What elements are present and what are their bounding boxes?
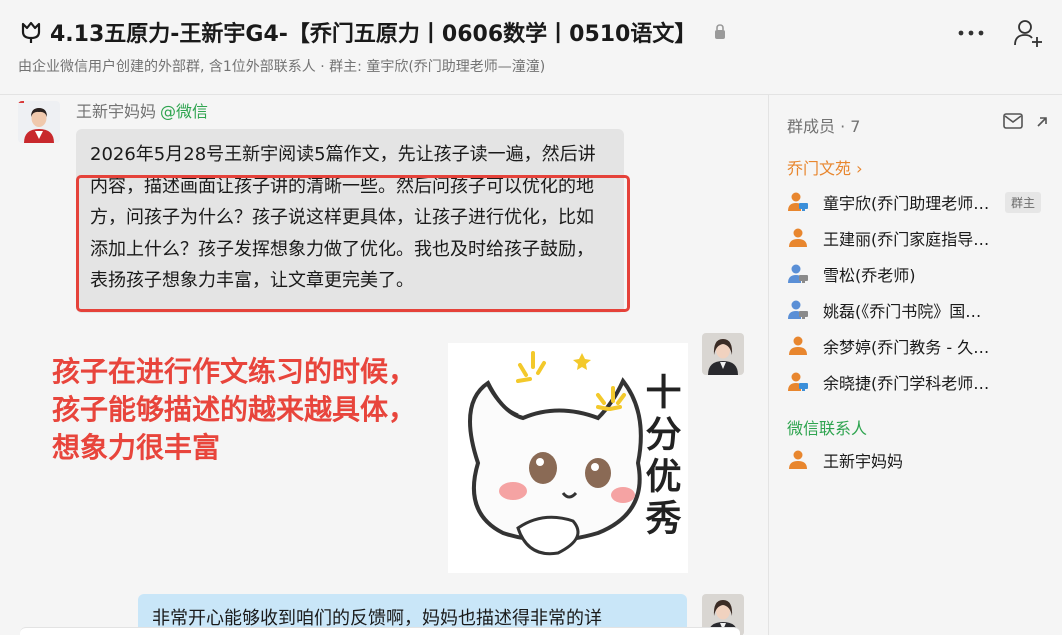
chat-header: 4.13五原力-王新宇G4-【乔门五原力丨0606数学丨0510语文】 由企业微… (0, 0, 1062, 95)
members-sidebar: 群成员 · 7 乔门文苑 › 童宇欣(乔门助理老师—潼潼) 群主 王建丽(乔门家… (768, 95, 1062, 635)
tulip-group-icon (21, 21, 41, 43)
sticker-caption: 十分优秀 (640, 373, 683, 541)
avatar-photo-icon (702, 333, 744, 375)
wechat-source-tag: @微信 (160, 102, 209, 121)
avatar-photo-icon (18, 101, 60, 143)
section-qimen-wenyuan[interactable]: 乔门文苑 › (787, 155, 863, 179)
person-computer-icon (788, 372, 808, 391)
member-name: 余梦婷(乔门教务 - 久久老师) (823, 338, 991, 357)
cat-sticker-image[interactable]: 十分优秀 (448, 343, 688, 573)
add-member-button[interactable] (1012, 18, 1046, 48)
red-annotation-text: 孩子在进行作文练习的时候， 孩子能够描述的越来越具体， 想象力很丰富 (52, 355, 417, 464)
member-name: 王新宇妈妈 (823, 452, 904, 471)
member-name: 姚磊(《乔门书院》国家队... (823, 302, 991, 321)
member-name: 王建丽(乔门家庭指导师—丽丽) (823, 230, 991, 249)
member-item[interactable]: 余晓捷(乔门学科老师——晓捷) (787, 369, 1049, 395)
self-avatar[interactable] (702, 333, 744, 375)
person-icon (789, 336, 807, 355)
section-wechat-contacts: 微信联系人 (787, 419, 868, 438)
member-name: 雪松(乔老师) (823, 266, 916, 285)
highlight-annotation-box (76, 175, 630, 312)
person-icon (789, 450, 807, 469)
member-item[interactable]: 姚磊(《乔门书院》国家队... (787, 297, 1049, 323)
message-input[interactable] (20, 627, 740, 635)
person-computer-icon (788, 192, 808, 211)
member-name: 童宇欣(乔门助理老师—潼潼) (823, 194, 991, 213)
owner-badge: 群主 (1005, 191, 1042, 213)
member-item[interactable]: 雪松(乔老师) (787, 261, 1049, 287)
lock-icon (715, 24, 726, 39)
member-item[interactable]: 王新宇妈妈 (787, 447, 1049, 473)
member-item[interactable]: 余梦婷(乔门教务 - 久久老师) (787, 333, 1049, 359)
person-computer-icon (788, 264, 808, 283)
expand-arrow-icon[interactable] (1037, 117, 1047, 127)
more-dots-icon (958, 30, 984, 36)
member-item[interactable]: 童宇欣(乔门助理老师—潼潼) 群主 (787, 189, 1049, 215)
members-count-title: 群成员 · 7 (787, 117, 861, 136)
member-name: 余晓捷(乔门学科老师——晓捷) (823, 374, 991, 393)
group-title: 4.13五原力-王新宇G4-【乔门五原力丨0606数学丨0510语文】 (50, 22, 697, 47)
person-computer-icon (788, 300, 808, 319)
sender-name: 王新宇妈妈 @微信 (76, 98, 208, 122)
sender-name-text: 王新宇妈妈 (76, 102, 157, 121)
add-user-icon (1014, 20, 1042, 47)
person-icon (789, 228, 807, 247)
sender-avatar[interactable] (18, 101, 60, 143)
chat-panel[interactable]: 王新宇妈妈 @微信 2026年5月28号王新宇阅读5篇作文，先让孩子读一遍，然后讲… (0, 95, 768, 635)
mail-icon[interactable] (1003, 113, 1023, 129)
group-subtitle: 由企业微信用户创建的外部群, 含1位外部联系人 · 群主: 童宇欣(乔门助理老师… (18, 59, 546, 75)
member-item[interactable]: 王建丽(乔门家庭指导师—丽丽) (787, 225, 1049, 251)
title-row: 4.13五原力-王新宇G4-【乔门五原力丨0606数学丨0510语文】 (18, 16, 726, 48)
more-options-button[interactable] (954, 18, 988, 48)
